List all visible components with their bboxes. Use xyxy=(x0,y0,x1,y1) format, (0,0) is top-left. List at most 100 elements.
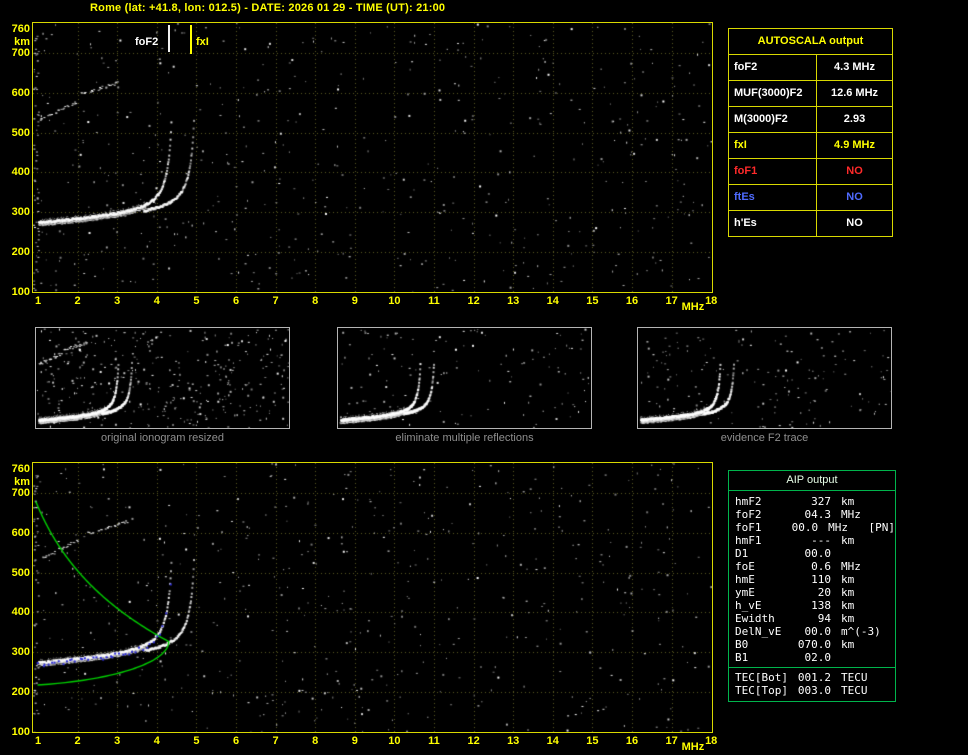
x-tick-label: 3 xyxy=(106,295,128,307)
autoscala-row-value: NO xyxy=(817,211,892,236)
top-ionogram-plot: foF2 fxI xyxy=(32,22,713,293)
aip-row: TEC[Bot]001.2TECU xyxy=(729,671,895,684)
aip-row-unit: km xyxy=(841,586,883,599)
aip-row-label: h_vE xyxy=(735,599,791,612)
aip-row: foF100.0MHz[PN] xyxy=(729,521,895,534)
aip-row-value: 04.3 xyxy=(791,508,831,521)
x-tick-label: 17 xyxy=(661,295,683,307)
aip-output-panel: AIP output hmF2327kmfoF204.3MHzfoF100.0M… xyxy=(728,470,896,702)
aip-row-extra: [PN] xyxy=(869,521,896,534)
aip-panel-tec-rows: TEC[Bot]001.2TECUTEC[Top]003.0TECU xyxy=(729,667,895,697)
x-tick-label: 9 xyxy=(344,295,366,307)
autoscala-window: Rome (lat: +41.8, lon: 012.5) - DATE: 20… xyxy=(0,0,968,755)
x-tick-label: 7 xyxy=(265,735,287,747)
y-tick-label: 700 xyxy=(4,47,30,59)
aip-row: D100.0 xyxy=(729,547,895,560)
aip-row-value: 0.6 xyxy=(791,560,831,573)
bottom-ionogram-plot xyxy=(32,462,713,733)
foF2-marker-line xyxy=(168,25,170,52)
x-tick-label: 4 xyxy=(146,735,168,747)
aip-row: foE0.6MHz xyxy=(729,560,895,573)
thumbnail-evidence-f2 xyxy=(637,327,892,429)
x-axis-unit-label: MHz xyxy=(682,301,718,313)
aip-row-value: 110 xyxy=(791,573,831,586)
aip-panel-rows: hmF2327kmfoF204.3MHzfoF100.0MHz[PN]hmF1-… xyxy=(729,491,895,664)
autoscala-table-title: AUTOSCALA output xyxy=(729,29,892,55)
aip-row-unit: m^(-3) xyxy=(841,625,883,638)
aip-row-value: 327 xyxy=(791,495,831,508)
aip-row-value: 138 xyxy=(791,599,831,612)
x-tick-label: 13 xyxy=(502,735,524,747)
x-tick-label: 8 xyxy=(304,295,326,307)
x-tick-label: 16 xyxy=(621,735,643,747)
y-tick-label: 200 xyxy=(4,246,30,258)
x-tick-label: 8 xyxy=(304,735,326,747)
x-tick-label: 11 xyxy=(423,735,445,747)
aip-row-unit: TECU xyxy=(841,671,883,684)
y-tick-label: 400 xyxy=(4,166,30,178)
autoscala-row: foF1NO xyxy=(729,159,892,185)
aip-row: foF204.3MHz xyxy=(729,508,895,521)
autoscala-row: foF24.3 MHz xyxy=(729,55,892,81)
x-tick-label: 5 xyxy=(185,735,207,747)
thumbnail-eliminate-caption: eliminate multiple reflections xyxy=(337,432,592,444)
aip-row: hmF1---km xyxy=(729,534,895,547)
aip-row-value: 02.0 xyxy=(791,651,831,664)
autoscala-row-label: h'Es xyxy=(729,211,817,236)
x-tick-label: 15 xyxy=(581,735,603,747)
x-tick-label: 2 xyxy=(67,295,89,307)
autoscala-table-rows: foF24.3 MHzMUF(3000)F212.6 MHzM(3000)F22… xyxy=(729,55,892,236)
autoscala-row-label: MUF(3000)F2 xyxy=(729,81,817,106)
autoscala-row-label: fxI xyxy=(729,133,817,158)
x-tick-label: 10 xyxy=(383,295,405,307)
thumbnail-original-caption: original ionogram resized xyxy=(35,432,290,444)
x-tick-label: 6 xyxy=(225,735,247,747)
aip-row-value: 001.2 xyxy=(791,671,831,684)
x-tick-label: 12 xyxy=(463,295,485,307)
aip-row-unit: km xyxy=(841,534,883,547)
aip-row-value: 00.0 xyxy=(791,625,831,638)
fxI-marker-line xyxy=(190,25,192,54)
x-axis-unit-label: MHz xyxy=(682,741,718,753)
autoscala-row: fxI4.9 MHz xyxy=(729,133,892,159)
aip-row-label: ymE xyxy=(735,586,791,599)
aip-row-unit: km xyxy=(841,638,883,651)
thumbnail-evidence-canvas xyxy=(638,328,891,428)
y-tick-label: 500 xyxy=(4,567,30,579)
aip-row-unit xyxy=(841,651,883,664)
aip-row-unit: TECU xyxy=(841,684,883,697)
thumbnail-eliminate-reflections xyxy=(337,327,592,429)
autoscala-row: h'EsNO xyxy=(729,211,892,236)
x-tick-label: 16 xyxy=(621,295,643,307)
x-tick-label: 6 xyxy=(225,295,247,307)
autoscala-row-value: 4.9 MHz xyxy=(817,133,892,158)
aip-row-label: foF1 xyxy=(735,521,784,534)
foF2-marker-label: foF2 xyxy=(135,36,158,48)
aip-row-label: foF2 xyxy=(735,508,791,521)
x-tick-label: 1 xyxy=(27,735,49,747)
x-tick-label: 10 xyxy=(383,735,405,747)
y-tick-label: 760 xyxy=(4,463,30,475)
autoscala-row-label: foF1 xyxy=(729,159,817,184)
aip-row-value: --- xyxy=(791,534,831,547)
autoscala-row-label: foF2 xyxy=(729,55,817,80)
aip-row: DelN_vE00.0m^(-3) xyxy=(729,625,895,638)
aip-row: ymE20km xyxy=(729,586,895,599)
aip-row: h_vE138km xyxy=(729,599,895,612)
aip-row-unit: km xyxy=(841,495,883,508)
autoscala-row-label: ftEs xyxy=(729,185,817,210)
aip-row-label: hmF2 xyxy=(735,495,791,508)
aip-row-value: 00.0 xyxy=(784,521,819,534)
aip-row-value: 94 xyxy=(791,612,831,625)
aip-row: TEC[Top]003.0TECU xyxy=(729,684,895,697)
aip-row-label: B0 xyxy=(735,638,791,651)
x-tick-label: 9 xyxy=(344,735,366,747)
autoscala-row-label: M(3000)F2 xyxy=(729,107,817,132)
aip-row-label: foE xyxy=(735,560,791,573)
aip-row-label: D1 xyxy=(735,547,791,560)
aip-row-label: hmE xyxy=(735,573,791,586)
aip-row-value: 003.0 xyxy=(791,684,831,697)
page-title: Rome (lat: +41.8, lon: 012.5) - DATE: 20… xyxy=(90,2,445,14)
aip-row-unit: km xyxy=(841,573,883,586)
x-tick-label: 2 xyxy=(67,735,89,747)
